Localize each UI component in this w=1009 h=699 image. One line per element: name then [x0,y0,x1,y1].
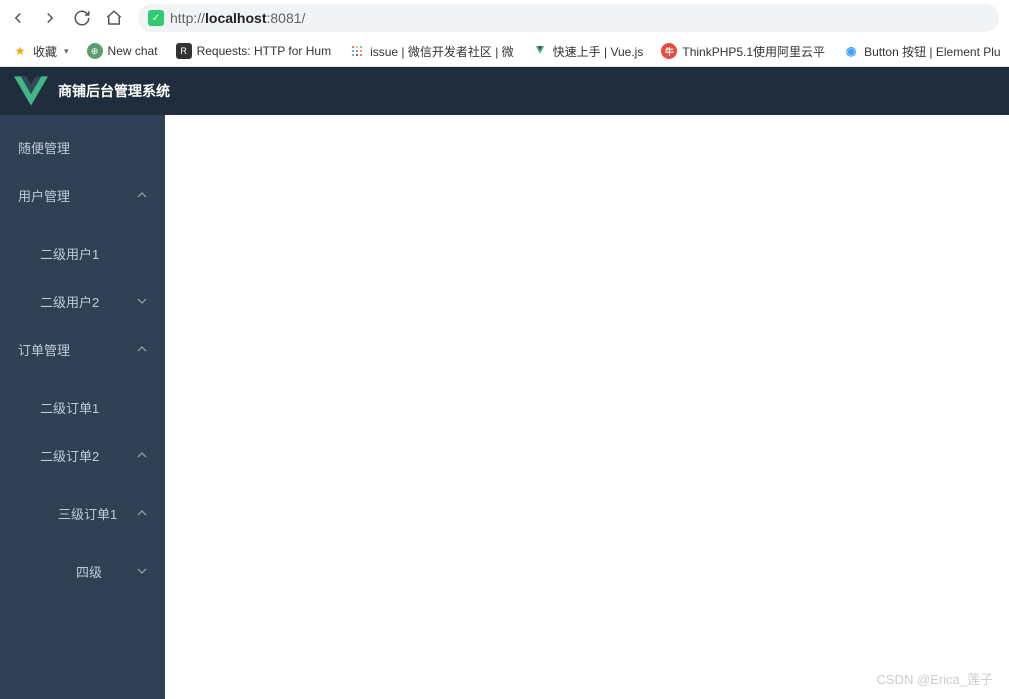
bookmark-label: issue | 微信开发者社区 | 微 [370,43,514,60]
vue-logo-icon [14,74,48,108]
sidebar-item-order[interactable]: 订单管理 [0,325,165,373]
bookmark-vuejs[interactable]: 快速上手 | Vue.js [524,39,652,64]
thinkphp-icon: 牛 [661,43,677,59]
bookmark-label: ThinkPHP5.1使用阿里云平 [682,43,825,60]
back-button[interactable] [4,4,32,32]
dots-icon [349,43,365,59]
menu-label: 二级订单2 [40,446,99,465]
sidebar-item-user-sub2[interactable]: 二级用户2 [0,277,165,325]
menu-label: 用户管理 [18,186,70,205]
browser-nav-row: ✓ http://localhost:8081/ [0,0,1009,36]
bookmark-thinkphp[interactable]: 牛 ThinkPHP5.1使用阿里云平 [653,39,833,64]
bookmark-label: Requests: HTTP for Hum [197,44,331,58]
sidebar: 随便管理 用户管理 二级用户1 二级用户2 订单管理 二级订单1 二级订单2 [0,115,165,699]
app-title: 商铺后台管理系统 [58,81,170,101]
menu-label: 四级 [76,562,102,581]
bookmark-newchat[interactable]: ⊕ New chat [79,39,166,63]
reload-button[interactable] [68,4,96,32]
bookmarks-bar: ★ 收藏 ▾ ⊕ New chat R Requests: HTTP for H… [0,36,1009,66]
app-body: 随便管理 用户管理 二级用户1 二级用户2 订单管理 二级订单1 二级订单2 [0,115,1009,699]
browser-chrome: ✓ http://localhost:8081/ ★ 收藏 ▾ ⊕ New ch… [0,0,1009,67]
chevron-up-icon [137,190,147,200]
bookmark-label: New chat [108,44,158,58]
security-shield-icon: ✓ [148,10,164,26]
sidebar-item-random[interactable]: 随便管理 [0,123,165,171]
sidebar-item-order-sub2[interactable]: 二级订单2 [0,431,165,479]
chevron-up-icon [137,344,147,354]
menu-label: 二级用户1 [40,244,99,263]
home-button[interactable] [100,4,128,32]
menu-label: 二级订单1 [40,398,99,417]
url-bar[interactable]: ✓ http://localhost:8081/ [138,4,999,32]
menu-label: 二级用户2 [40,292,99,311]
vue-icon [532,43,548,59]
content-area [165,115,1009,699]
chevron-down-icon: ▾ [64,46,69,57]
chevron-down-icon [137,296,147,306]
sidebar-item-order-level4[interactable]: 四级 [0,547,165,595]
chevron-down-icon [137,566,147,576]
sidebar-item-order-sub1[interactable]: 二级订单1 [0,383,165,431]
menu-label: 订单管理 [18,340,70,359]
bookmark-element[interactable]: ◉ Button 按钮 | Element Plu [835,39,1009,64]
chat-icon: ⊕ [87,43,103,59]
url-text: http://localhost:8081/ [170,10,305,26]
chevron-up-icon [137,450,147,460]
bookmark-favorites[interactable]: ★ 收藏 ▾ [4,39,77,64]
menu-label: 三级订单1 [58,504,117,523]
star-icon: ★ [12,43,28,59]
forward-button[interactable] [36,4,64,32]
chevron-up-icon [137,508,147,518]
menu-label: 随便管理 [18,138,70,157]
bookmark-issue[interactable]: issue | 微信开发者社区 | 微 [341,39,522,64]
bookmark-label: 收藏 [33,43,57,60]
requests-icon: R [176,43,192,59]
sidebar-item-user-sub1[interactable]: 二级用户1 [0,229,165,277]
app-header: 商铺后台管理系统 [0,67,1009,115]
sidebar-item-user[interactable]: 用户管理 [0,171,165,219]
bookmark-label: Button 按钮 | Element Plu [864,43,1001,60]
bookmark-requests[interactable]: R Requests: HTTP for Hum [168,39,339,63]
app-container: 商铺后台管理系统 随便管理 用户管理 二级用户1 二级用户2 订单管理 [0,67,1009,699]
sidebar-item-order-sub2-sub1[interactable]: 三级订单1 [0,489,165,537]
bookmark-label: 快速上手 | Vue.js [553,43,644,60]
element-icon: ◉ [843,43,859,59]
